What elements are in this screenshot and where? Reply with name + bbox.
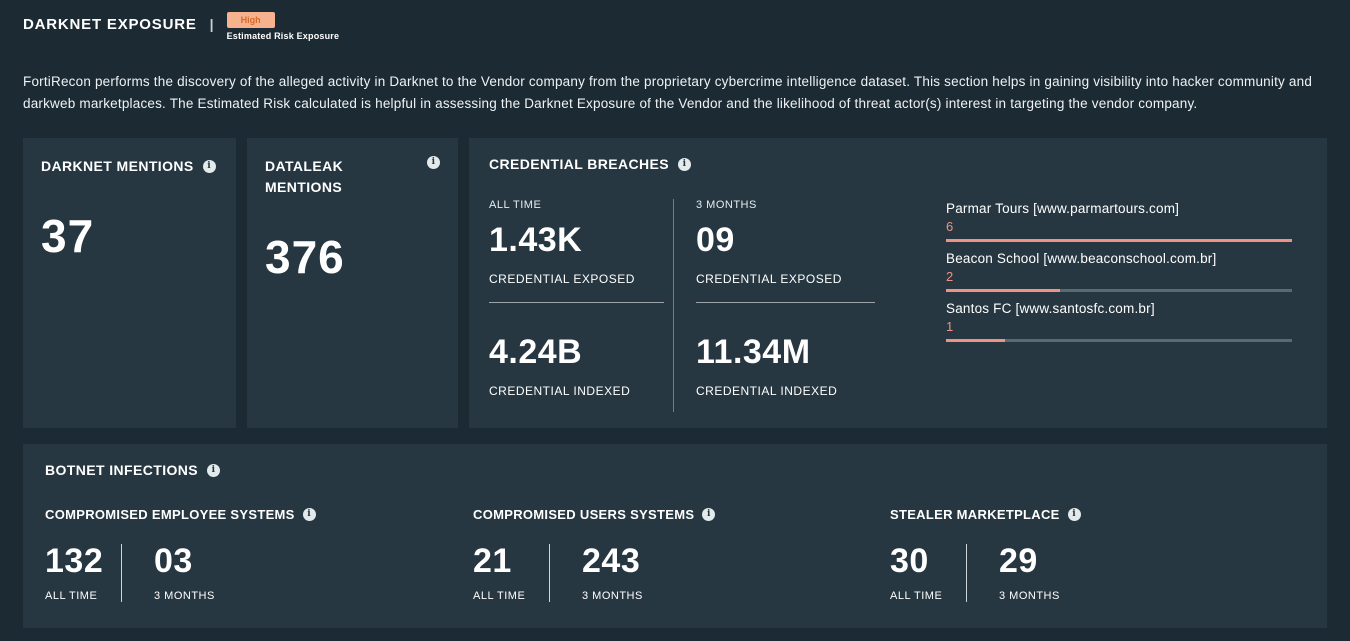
section-title: STEALER MARKETPLACE xyxy=(890,507,1060,522)
vertical-divider xyxy=(121,544,122,602)
info-icon[interactable]: i xyxy=(678,158,691,171)
horizontal-divider xyxy=(696,302,875,303)
botnet-infections-card: BOTNET INFECTIONS i COMPROMISED EMPLOYEE… xyxy=(23,444,1327,628)
three-months-stat: 243 3 MONTHS xyxy=(582,544,643,602)
info-icon[interactable]: i xyxy=(1068,508,1081,521)
risk-badge: High xyxy=(227,12,275,28)
stat-label: ALL TIME xyxy=(890,590,966,602)
stat-value: 21 xyxy=(473,544,549,578)
botnet-infections-title: BOTNET INFECTIONS xyxy=(45,460,198,481)
info-icon[interactable]: i xyxy=(702,508,715,521)
breach-bar-track xyxy=(946,239,1292,242)
all-time-exposed-value: 1.43K xyxy=(489,221,673,260)
dataleak-mentions-card: DATALEAK MENTIONS i 376 xyxy=(247,138,458,428)
vertical-divider xyxy=(966,544,967,602)
breach-domain-label: Santos FC [www.santosfc.com.br] xyxy=(946,301,1292,316)
credential-three-months-column: 3 MONTHS 09 CREDENTIAL EXPOSED 11.34M CR… xyxy=(696,199,884,412)
breach-bar-track xyxy=(946,289,1292,292)
risk-badge-caption: Estimated Risk Exposure xyxy=(227,31,340,41)
all-time-indexed-label: CREDENTIAL INDEXED xyxy=(489,384,673,398)
all-time-label: ALL TIME xyxy=(489,199,673,211)
section-title: COMPROMISED USERS SYSTEMS xyxy=(473,507,694,522)
info-icon[interactable]: i xyxy=(203,160,216,173)
breach-domain-label: Parmar Tours [www.parmartours.com] xyxy=(946,201,1292,216)
dataleak-mentions-value: 376 xyxy=(265,230,440,284)
section-title: COMPROMISED EMPLOYEE SYSTEMS xyxy=(45,507,295,522)
three-months-stat: 29 3 MONTHS xyxy=(999,544,1060,602)
breach-bar-fill xyxy=(946,239,1292,242)
all-time-stat: 30 ALL TIME xyxy=(890,544,966,602)
info-icon[interactable]: i xyxy=(427,156,440,169)
three-months-exposed-label: CREDENTIAL EXPOSED xyxy=(696,272,884,286)
darknet-mentions-title: DARKNET MENTIONS xyxy=(41,156,194,177)
list-item: Beacon School [www.beaconschool.com.br] … xyxy=(946,251,1292,292)
breach-count: 1 xyxy=(946,319,1292,334)
page-header: DARKNET EXPOSURE | High Estimated Risk E… xyxy=(23,12,1327,41)
horizontal-divider xyxy=(489,302,664,303)
all-time-stat: 132 ALL TIME xyxy=(45,544,121,602)
all-time-stat: 21 ALL TIME xyxy=(473,544,549,602)
info-icon[interactable]: i xyxy=(207,464,220,477)
section-description: FortiRecon performs the discovery of the… xyxy=(23,71,1327,114)
three-months-exposed-value: 09 xyxy=(696,221,884,260)
breach-count: 6 xyxy=(946,219,1292,234)
list-item: Santos FC [www.santosfc.com.br] 1 xyxy=(946,301,1292,342)
credential-all-time-column: ALL TIME 1.43K CREDENTIAL EXPOSED 4.24B … xyxy=(489,199,673,412)
stat-value: 30 xyxy=(890,544,966,578)
stat-value: 29 xyxy=(999,544,1060,578)
stat-value: 243 xyxy=(582,544,643,578)
breach-count: 2 xyxy=(946,269,1292,284)
three-months-indexed-label: CREDENTIAL INDEXED xyxy=(696,384,884,398)
list-item: Parmar Tours [www.parmartours.com] 6 xyxy=(946,201,1292,242)
stealer-marketplace-section: STEALER MARKETPLACE i 30 ALL TIME 29 3 M… xyxy=(890,507,1081,602)
darknet-mentions-value: 37 xyxy=(41,209,218,263)
vertical-divider xyxy=(549,544,550,602)
stat-label: ALL TIME xyxy=(45,590,121,602)
three-months-stat: 03 3 MONTHS xyxy=(154,544,215,602)
vertical-divider xyxy=(673,199,674,412)
title-separator: | xyxy=(210,12,214,32)
stat-label: 3 MONTHS xyxy=(582,590,643,602)
darknet-mentions-card: DARKNET MENTIONS i 37 xyxy=(23,138,236,428)
stat-label: 3 MONTHS xyxy=(999,590,1060,602)
compromised-users-systems-section: COMPROMISED USERS SYSTEMS i 21 ALL TIME … xyxy=(473,507,890,602)
three-months-indexed-value: 11.34M xyxy=(696,333,884,372)
stat-value: 132 xyxy=(45,544,121,578)
breach-domain-label: Beacon School [www.beaconschool.com.br] xyxy=(946,251,1292,266)
three-months-label: 3 MONTHS xyxy=(696,199,884,211)
breach-bar-fill xyxy=(946,289,1060,292)
page-title: DARKNET EXPOSURE xyxy=(23,12,197,33)
stat-label: 3 MONTHS xyxy=(154,590,215,602)
info-icon[interactable]: i xyxy=(303,508,316,521)
credential-breaches-card: CREDENTIAL BREACHES i ALL TIME 1.43K CRE… xyxy=(469,138,1327,428)
breach-bar-track xyxy=(946,339,1292,342)
stat-label: ALL TIME xyxy=(473,590,549,602)
breached-domains-list: Parmar Tours [www.parmartours.com] 6 Bea… xyxy=(946,199,1292,412)
all-time-exposed-label: CREDENTIAL EXPOSED xyxy=(489,272,673,286)
compromised-employee-systems-section: COMPROMISED EMPLOYEE SYSTEMS i 132 ALL T… xyxy=(45,507,473,602)
stat-value: 03 xyxy=(154,544,215,578)
breach-bar-fill xyxy=(946,339,1005,342)
top-cards-row: DARKNET MENTIONS i 37 DATALEAK MENTIONS … xyxy=(23,138,1327,428)
risk-exposure-block: High Estimated Risk Exposure xyxy=(227,12,340,41)
all-time-indexed-value: 4.24B xyxy=(489,333,673,372)
darknet-exposure-page: DARKNET EXPOSURE | High Estimated Risk E… xyxy=(0,0,1350,641)
dataleak-mentions-title: DATALEAK MENTIONS xyxy=(265,156,385,198)
credential-breaches-title: CREDENTIAL BREACHES xyxy=(489,154,669,175)
